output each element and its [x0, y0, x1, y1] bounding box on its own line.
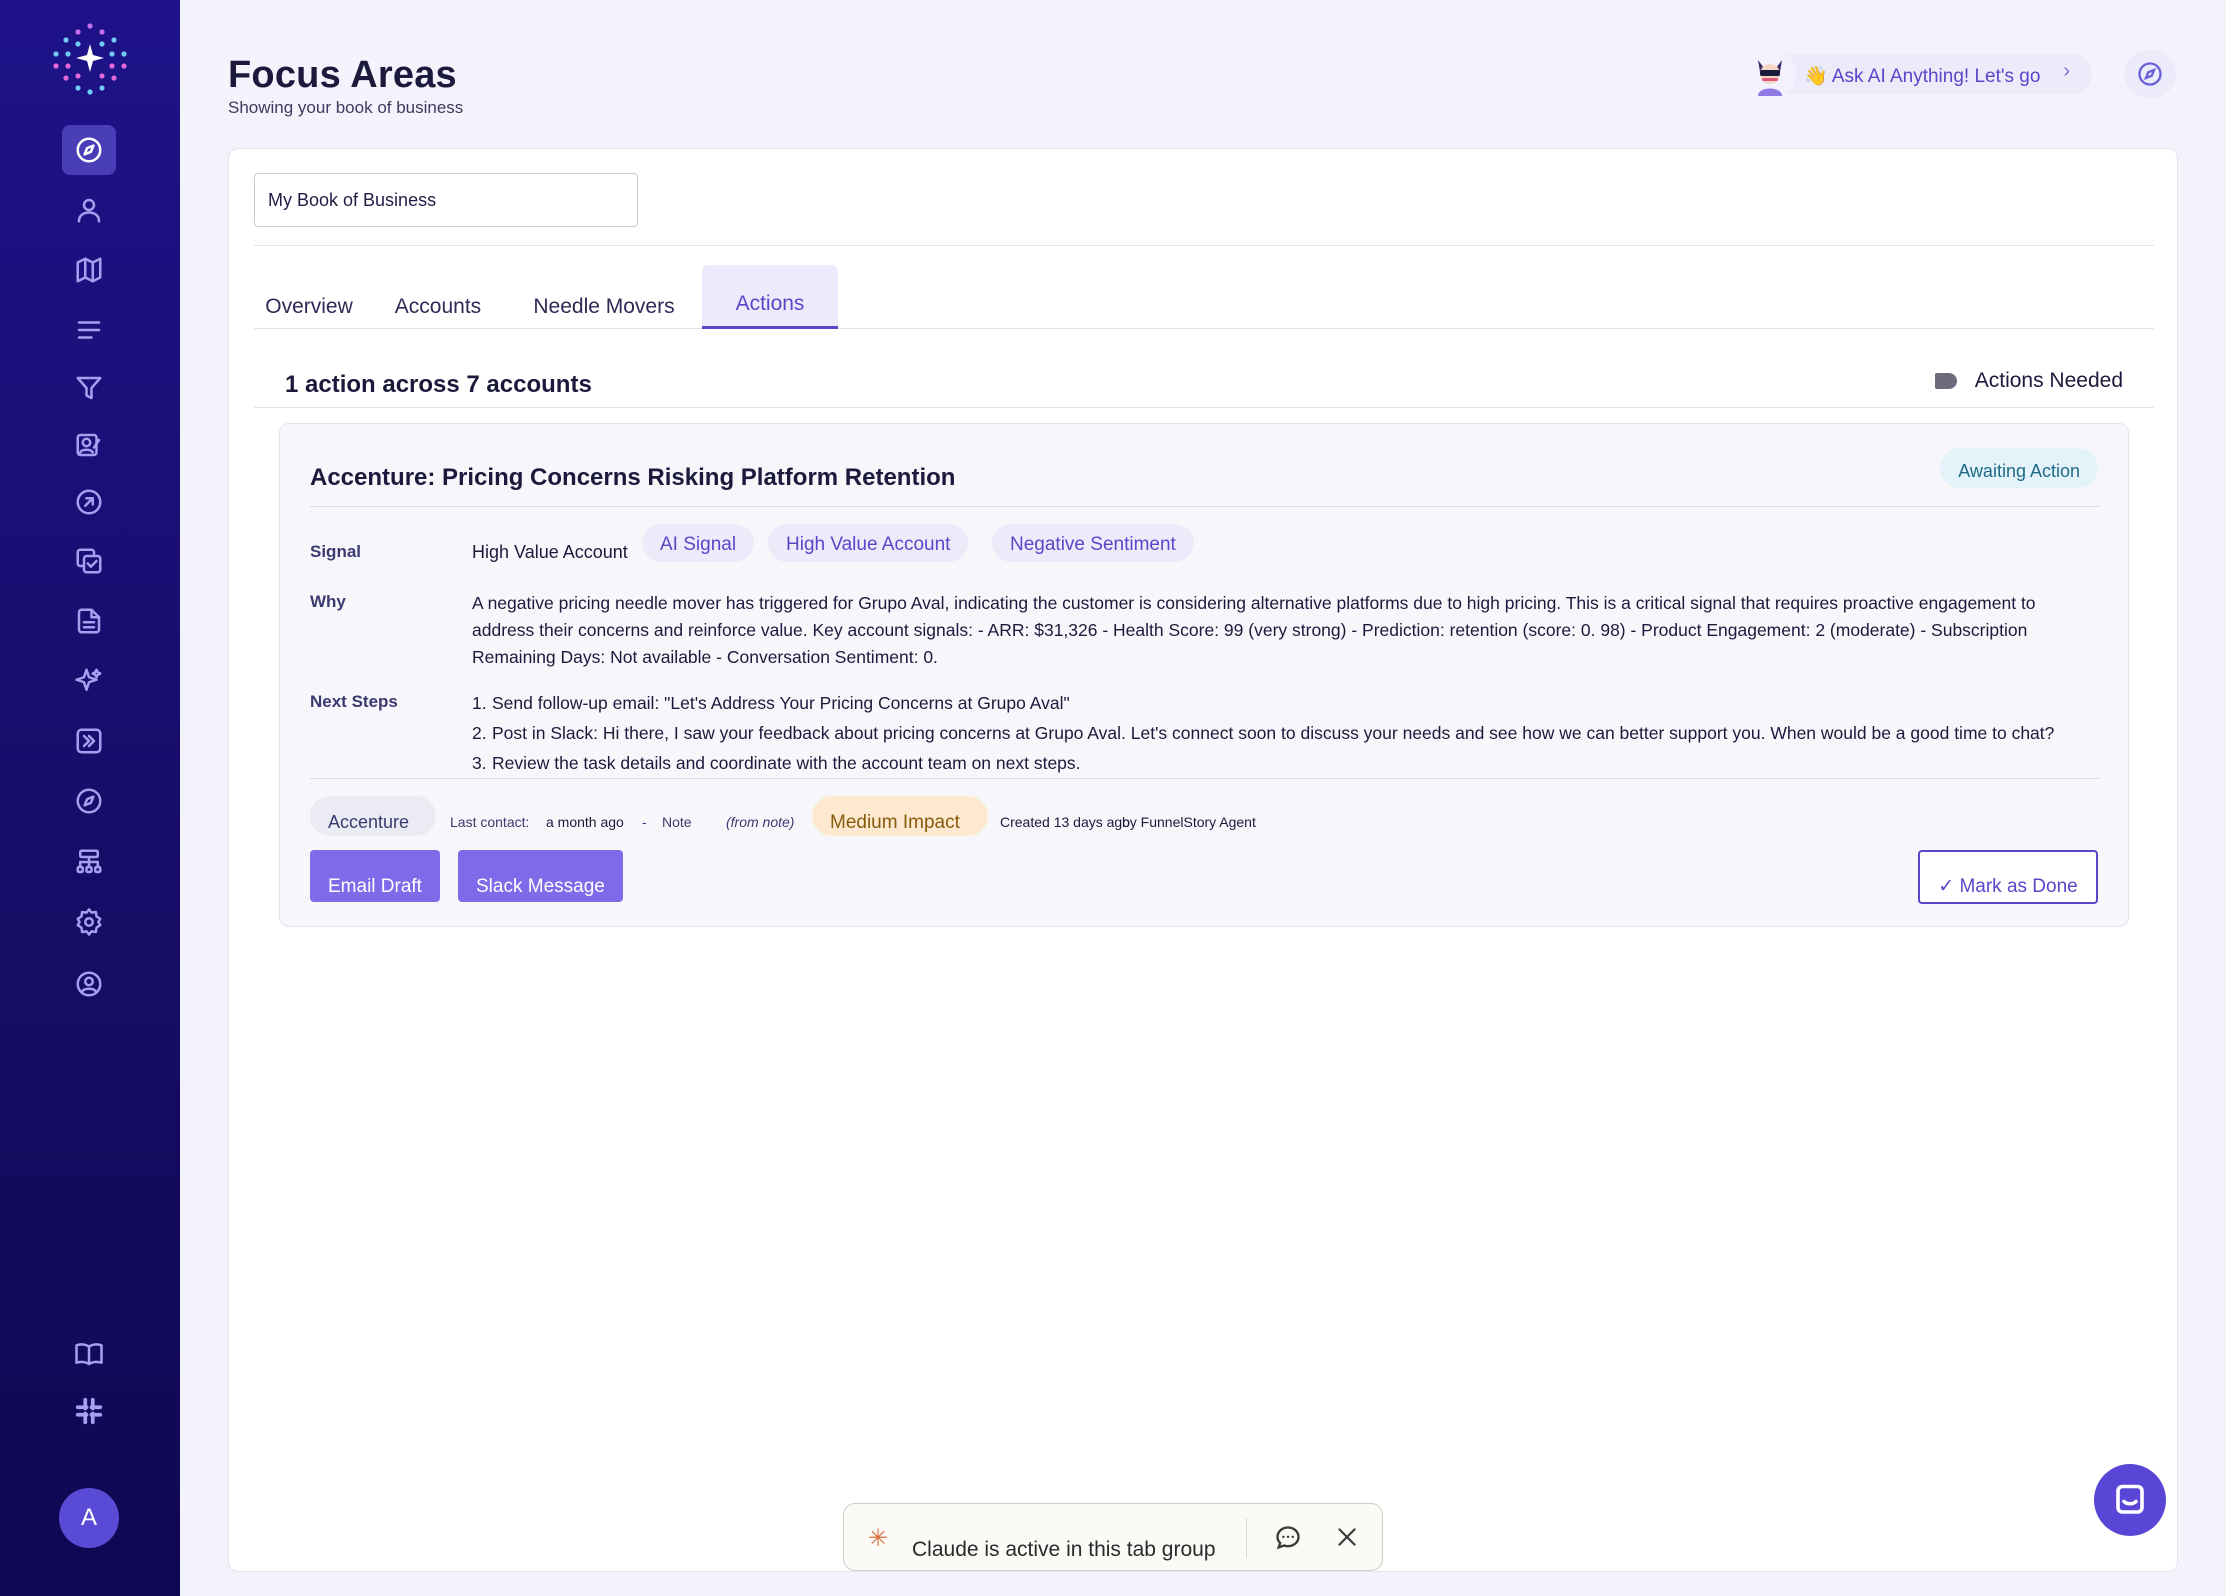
created-by: by FunnelStory Agent: [1122, 814, 1256, 830]
sparkles-icon: [75, 668, 102, 691]
signal-label: Signal: [310, 542, 362, 561]
action-card: Accenture: Pricing Concerns Risking Plat…: [279, 423, 2129, 927]
compass-secondary-icon: [76, 788, 102, 814]
status-badge: Awaiting Action: [1940, 448, 2098, 488]
divider: [310, 506, 2100, 507]
filter-icon: [76, 376, 102, 400]
list-icon: [77, 321, 101, 339]
user-circle-icon: [76, 971, 102, 997]
ai-mascot-avatar: [1744, 48, 1796, 100]
next-step-item: 3. Review the task details and coordinate…: [472, 753, 1081, 773]
chat-icon: [2116, 1484, 2144, 1514]
sidebar-item-filter[interactable]: [62, 363, 116, 413]
user-avatar[interactable]: A: [59, 1488, 119, 1548]
sidebar-item-playbooks[interactable]: [62, 716, 116, 766]
sidebar-item-docs[interactable]: [62, 1329, 116, 1379]
support-chat-launcher[interactable]: [2094, 1464, 2166, 1536]
signal-value: High Value Account: [472, 542, 628, 562]
signal-chip: High Value Account: [768, 524, 969, 562]
next-steps-list: 1. Send follow-up email: "Let's Address Y…: [472, 688, 2054, 778]
sidebar-item-contacts[interactable]: [62, 420, 116, 470]
actions-summary: 1 action across 7 accounts: [285, 371, 592, 398]
gear-icon: [76, 908, 102, 936]
tab-overview[interactable]: Overview: [254, 265, 364, 329]
chevrons-right-square-icon: [76, 728, 102, 754]
sidebar-item-list[interactable]: [62, 305, 116, 355]
claude-status-text: Claude is active in this tab group: [912, 1538, 1216, 1561]
next-step-item: 1. Send follow-up email: "Let's Address Y…: [472, 693, 1070, 713]
hierarchy-icon: [76, 849, 102, 874]
book-open-icon: [75, 1343, 103, 1366]
last-contact-value: a month ago: [546, 814, 624, 830]
sidebar-item-focus-areas[interactable]: [62, 125, 116, 175]
page-subtitle: Showing your book of business: [228, 98, 464, 117]
arrow-up-right-circle-icon: [76, 489, 102, 515]
sidebar-item-hierarchy[interactable]: [62, 837, 116, 887]
copy-check-icon: [76, 548, 102, 574]
robot-mascot-icon: [1758, 60, 1782, 96]
divider: [1246, 1518, 1247, 1558]
slack-message-button[interactable]: Slack Message: [458, 850, 623, 902]
sidebar: A: [0, 0, 180, 1596]
impact-badge: Medium Impact: [812, 796, 988, 836]
signal-chip: Negative Sentiment: [992, 524, 1194, 562]
sidebar-item-tasks[interactable]: [62, 536, 116, 586]
compass-icon: [76, 137, 102, 163]
sidebar-item-opportunities[interactable]: [62, 477, 116, 527]
next-step-item: 2. Post in Slack: Hi there, I saw your fe…: [472, 723, 2055, 743]
sidebar-item-map[interactable]: [62, 245, 116, 295]
close-icon[interactable]: [1334, 1524, 1360, 1550]
next-steps-label: Next Steps: [310, 692, 398, 711]
sidebar-item-ai[interactable]: [62, 656, 116, 706]
ask-ai-label: 👋 Ask AI Anything! Let's go: [1804, 66, 2041, 87]
divider: [254, 407, 2154, 408]
action-title: Accenture: Pricing Concerns Risking Plat…: [310, 464, 956, 491]
claude-star-icon: ✳: [868, 1525, 889, 1552]
chevron-right-icon: ›: [2063, 60, 2070, 82]
actions-needed-filter[interactable]: Actions Needed: [1934, 369, 2123, 393]
sidebar-item-users[interactable]: [62, 185, 116, 235]
map-icon: [76, 257, 102, 283]
note-source: (from note): [726, 814, 795, 830]
action-meta: Accenture Last contact: a month ago - No…: [310, 796, 1410, 836]
funnelstory-logo-icon[interactable]: [50, 22, 130, 98]
book-of-business-select[interactable]: My Book of Business: [254, 173, 638, 227]
tab-bar: Overview Accounts Needle Movers Actions: [254, 265, 2154, 329]
compass-icon: [2138, 62, 2162, 86]
actions-needed-label: Actions Needed: [1974, 369, 2123, 392]
main-panel: My Book of Business Overview Accounts Ne…: [228, 148, 2178, 1572]
email-draft-button[interactable]: Email Draft: [310, 850, 440, 902]
sidebar-item-explore[interactable]: [62, 776, 116, 826]
mark-as-done-button[interactable]: ✓ Mark as Done: [1918, 850, 2098, 904]
tab-accounts[interactable]: Accounts: [378, 265, 498, 329]
divider: [310, 778, 2100, 779]
user-icon: [77, 198, 101, 223]
contact-edit-icon: [76, 433, 101, 457]
file-text-icon: [77, 608, 101, 634]
meta-separator: -: [642, 814, 647, 830]
tab-needle-movers[interactable]: Needle Movers: [516, 265, 692, 329]
explore-button[interactable]: [2124, 50, 2176, 98]
sidebar-item-slack[interactable]: [62, 1386, 116, 1436]
ask-ai-button[interactable]: 👋 Ask AI Anything! Let's go ›: [1744, 48, 2092, 100]
signal-chip: AI Signal: [642, 524, 755, 562]
last-contact-label: Last contact:: [450, 814, 530, 830]
tab-actions[interactable]: Actions: [702, 265, 838, 329]
company-chip[interactable]: Accenture: [310, 796, 436, 836]
sidebar-item-documents[interactable]: [62, 596, 116, 646]
page-title: Focus Areas: [228, 54, 457, 96]
chat-bubble-icon[interactable]: [1274, 1524, 1302, 1552]
why-label: Why: [310, 592, 346, 611]
note-label: Note: [662, 814, 692, 830]
slack-icon: [75, 1397, 103, 1425]
divider: [254, 245, 2154, 246]
sidebar-item-profile[interactable]: [62, 959, 116, 1009]
why-text: A negative pricing needle mover has trig…: [472, 593, 2036, 667]
created-time: Created 13 days ago: [1000, 814, 1130, 830]
sidebar-item-settings[interactable]: [62, 897, 116, 947]
claude-tab-group-bar: ✳ Claude is active in this tab group: [843, 1503, 1383, 1571]
tag-icon: [1934, 373, 1957, 389]
